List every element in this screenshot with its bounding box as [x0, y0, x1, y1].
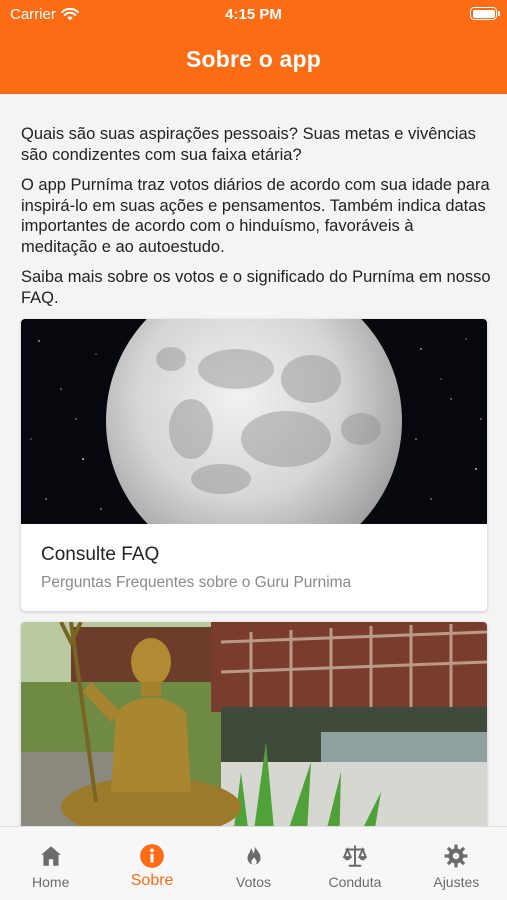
intro-paragraph-2: O app Purníma traz votos diários de acor… [21, 176, 490, 256]
tab-bar: Home Sobre Votos Conduta Ajustes [0, 826, 507, 900]
info-icon [140, 844, 165, 868]
faq-card-subtitle: Perguntas Frequentes sobre o Guru Purnim… [41, 574, 352, 591]
tab-sobre[interactable]: Sobre [101, 827, 202, 900]
tab-sobre-label: Sobre [130, 872, 174, 889]
home-icon [40, 846, 61, 866]
page-title: Sobre o app [185, 46, 322, 72]
shiva-card[interactable] [21, 622, 487, 826]
status-bar: Carrier 4:15 PM [0, 0, 507, 28]
tab-conduta[interactable]: Conduta [304, 827, 405, 900]
intro-paragraph-1: Quais são suas aspirações pessoais? Suas… [21, 125, 476, 164]
tab-ajustes-label: Ajustes [433, 874, 480, 890]
scroll-content[interactable]: Quais são suas aspirações pessoais? Suas… [0, 94, 507, 826]
tab-votos-label: Votos [236, 874, 272, 890]
tab-votos[interactable]: Votos [203, 827, 304, 900]
full-moon-image [21, 319, 487, 524]
tab-ajustes[interactable]: Ajustes [406, 827, 507, 900]
status-time: 4:15 PM [225, 6, 282, 23]
faq-card[interactable]: Consulte FAQ Perguntas Frequentes sobre … [21, 319, 487, 611]
flame-icon [247, 845, 261, 865]
tab-home-label: Home [32, 874, 70, 890]
shiva-statue-garden-image [21, 622, 487, 826]
faq-card-title: Consulte FAQ [41, 544, 160, 565]
tab-home[interactable]: Home [0, 827, 101, 900]
navigation-bar: Carrier 4:15 PM Sobre o app [0, 0, 507, 94]
intro-paragraph-3: Saiba mais sobre os votos e o significad… [21, 268, 491, 307]
scales-icon [342, 845, 368, 867]
tab-conduta-label: Conduta [328, 874, 382, 890]
battery-icon [470, 7, 500, 20]
intro-text: Quais são suas aspirações pessoais? Suas… [21, 124, 491, 318]
gear-icon [444, 844, 468, 868]
